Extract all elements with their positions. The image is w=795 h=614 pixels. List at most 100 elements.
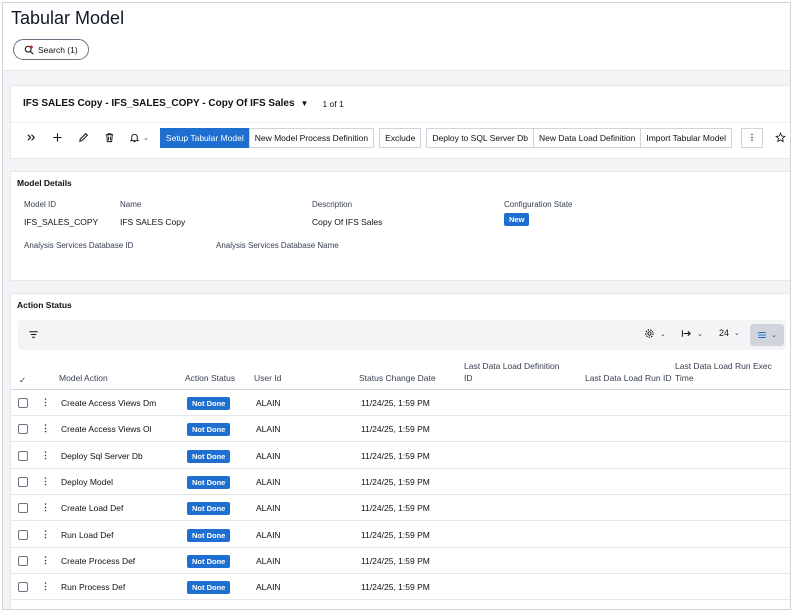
new-model-process-definition-button[interactable]: New Model Process Definition — [248, 127, 375, 148]
status-badge: Not Done — [187, 423, 231, 437]
row-checkbox[interactable] — [18, 476, 28, 487]
action-status-panel: Action Status ⌄ ⌄ 24 ⌄ ⌄ ✓ Model Action … — [10, 293, 790, 609]
cell-model-action: Create Access Views Dm — [61, 398, 157, 408]
chevron-down-icon: ⌄ — [660, 330, 666, 338]
column-header-status-change-date[interactable]: Status Change Date — [359, 372, 436, 384]
arrow-right-bar-icon — [681, 330, 691, 337]
row-checkbox[interactable] — [18, 424, 28, 435]
column-width-control[interactable]: ⌄ — [681, 328, 703, 339]
row-checkbox[interactable] — [18, 503, 28, 514]
status-badge: Not Done — [187, 397, 231, 410]
caret-down-icon[interactable]: ▼ — [301, 99, 309, 108]
view-mode-button[interactable]: ⌄ — [750, 324, 784, 346]
table-row[interactable]: ⋮ Create Process Def Not Done ALAIN 11/24/25… — [11, 548, 790, 574]
gear-icon — [645, 329, 654, 338]
status-badge: Not Done — [187, 528, 231, 542]
table-row[interactable]: ⋮ Run Process Def Not Done ALAIN 11/24/25, 1… — [11, 574, 790, 601]
row-menu-kebab-icon[interactable]: ⋮ — [41, 581, 50, 592]
configuration-state-value: New — [504, 213, 530, 226]
cell-user-id: ALAIN — [256, 450, 281, 461]
column-settings-control[interactable]: ⌄ — [644, 328, 666, 339]
status-badge: Not Done — [187, 475, 231, 489]
new-data-load-definition-button[interactable]: New Data Load Definition — [532, 127, 642, 148]
cell-action-status: Not Done — [187, 423, 231, 437]
cell-action-status: Not Done — [187, 449, 231, 463]
cell-action-status: Not Done — [187, 528, 231, 542]
row-checkbox[interactable] — [18, 582, 28, 593]
setup-tabular-model-button[interactable]: Setup Tabular Model — [159, 127, 250, 148]
chevron-down-icon: ⌄ — [142, 134, 149, 142]
table-toolbar: ⌄ ⌄ 24 ⌄ ⌄ — [18, 320, 786, 350]
table-row[interactable]: ⋮ Run Load Def Not Done ALAIN 11/24/25, 1:59… — [11, 522, 790, 548]
deploy-to-sql-server-db-button[interactable]: Deploy to SQL Server Db — [426, 127, 534, 148]
cell-model-action: Run Load Def — [61, 529, 114, 540]
row-checkbox[interactable] — [18, 555, 28, 566]
cell-user-id: ALAIN — [256, 424, 281, 435]
name-value: IFS SALES Copy — [120, 217, 186, 227]
configuration-state-label: Configuration State — [504, 200, 573, 209]
name-label: Name — [120, 200, 142, 209]
cell-status-change-date: 11/24/25, 1:59 PM — [361, 424, 430, 435]
cell-status-change-date: 11/24/25, 1:59 PM — [361, 398, 430, 408]
search-button[interactable]: Search (1) — [13, 39, 89, 60]
filter-icon[interactable] — [28, 329, 39, 340]
column-header-last-data-load-definition-id[interactable]: Last Data Load Definition ID — [464, 360, 564, 384]
table-row[interactable]: ⋮ Create Access Views Ol Not Done ALAIN 11/2… — [11, 416, 790, 443]
column-header-last-data-load-run-id[interactable]: Last Data Load Run ID — [585, 372, 671, 384]
import-tabular-model-button[interactable]: Import Tabular Model — [640, 127, 733, 148]
cell-model-action: Run Process Def — [61, 582, 126, 593]
row-menu-kebab-icon[interactable]: ⋮ — [41, 450, 50, 461]
page-size-control[interactable]: 24 ⌄ — [719, 328, 740, 338]
kebab-icon: ⋮ — [747, 132, 757, 142]
table-row[interactable]: ⋮ Create Load Def Not Done ALAIN 11/24/25, 1… — [11, 495, 790, 522]
more-options-button[interactable]: ⋮ — [741, 127, 764, 148]
row-checkbox[interactable] — [18, 398, 28, 408]
row-menu-kebab-icon[interactable]: ⋮ — [41, 502, 50, 513]
column-header-model-action[interactable]: Model Action — [59, 372, 108, 384]
cell-user-id: ALAIN — [256, 529, 281, 540]
status-badge: Not Done — [187, 502, 231, 516]
cell-status-change-date: 11/24/25, 1:59 PM — [361, 582, 430, 593]
page-header: Tabular Model Search (1) — [3, 3, 790, 71]
cell-user-id: ALAIN — [256, 476, 281, 487]
favorite-star-icon[interactable] — [767, 127, 790, 149]
exclude-button[interactable]: Exclude — [379, 127, 422, 148]
description-label: Description — [312, 200, 353, 209]
column-header-last-data-load-run-exec-time[interactable]: Last Data Load Run Exec Time — [675, 360, 785, 384]
record-panel: IFS SALES Copy - IFS_SALES_COPY - Copy O… — [10, 85, 790, 159]
cell-model-action: Create Load Def — [61, 503, 124, 514]
row-menu-kebab-icon[interactable]: ⋮ — [41, 423, 50, 434]
delete-icon[interactable] — [97, 127, 123, 149]
chevron-down-icon: ⌄ — [771, 332, 777, 339]
column-header-user-id[interactable]: User Id — [254, 372, 281, 384]
cell-model-action: Deploy Model — [61, 476, 113, 487]
cell-user-id: ALAIN — [256, 555, 281, 566]
add-icon[interactable] — [45, 127, 71, 149]
page-size-value: 24 — [719, 328, 730, 338]
model-id-label: Model ID — [24, 200, 57, 209]
row-menu-kebab-icon[interactable]: ⋮ — [41, 529, 50, 540]
row-menu-kebab-icon[interactable]: ⋮ — [41, 555, 50, 566]
model-details-panel: Model Details Model ID IFS_SALES_COPY Na… — [10, 171, 790, 281]
select-all-check-icon[interactable]: ✓ — [19, 374, 26, 386]
row-checkbox[interactable] — [18, 450, 28, 461]
table-row[interactable]: ⋮ Deploy Model Not Done ALAIN 11/24/25, 1:59… — [11, 469, 790, 495]
expand-icon[interactable] — [19, 127, 45, 149]
cell-action-status: Not Done — [187, 397, 231, 410]
record-count: 1 of 1 — [322, 98, 344, 109]
record-selector[interactable]: IFS SALES Copy - IFS_SALES_COPY - Copy O… — [23, 98, 344, 109]
row-menu-kebab-icon[interactable]: ⋮ — [41, 397, 50, 408]
table-row[interactable]: ⋮ Create Access Views Dm Not Done ALAIN 11/2… — [11, 390, 790, 416]
table-row[interactable]: ⋮ Deploy Sql Server Db Not Done ALAIN 11/24/… — [11, 443, 790, 469]
column-header-action-status[interactable]: Action Status — [185, 372, 235, 384]
cell-model-action: Deploy Sql Server Db — [61, 450, 143, 461]
edit-icon[interactable] — [71, 127, 97, 149]
bell-icon[interactable]: ⌄ — [123, 127, 155, 149]
row-menu-kebab-icon[interactable]: ⋮ — [41, 476, 50, 487]
cell-user-id: ALAIN — [256, 398, 281, 408]
cell-user-id: ALAIN — [256, 582, 281, 593]
row-checkbox[interactable] — [18, 529, 28, 540]
as-database-name-label: Analysis Services Database Name — [216, 241, 339, 250]
cell-status-change-date: 11/24/25, 1:59 PM — [361, 450, 430, 461]
status-badge: Not Done — [187, 449, 231, 463]
